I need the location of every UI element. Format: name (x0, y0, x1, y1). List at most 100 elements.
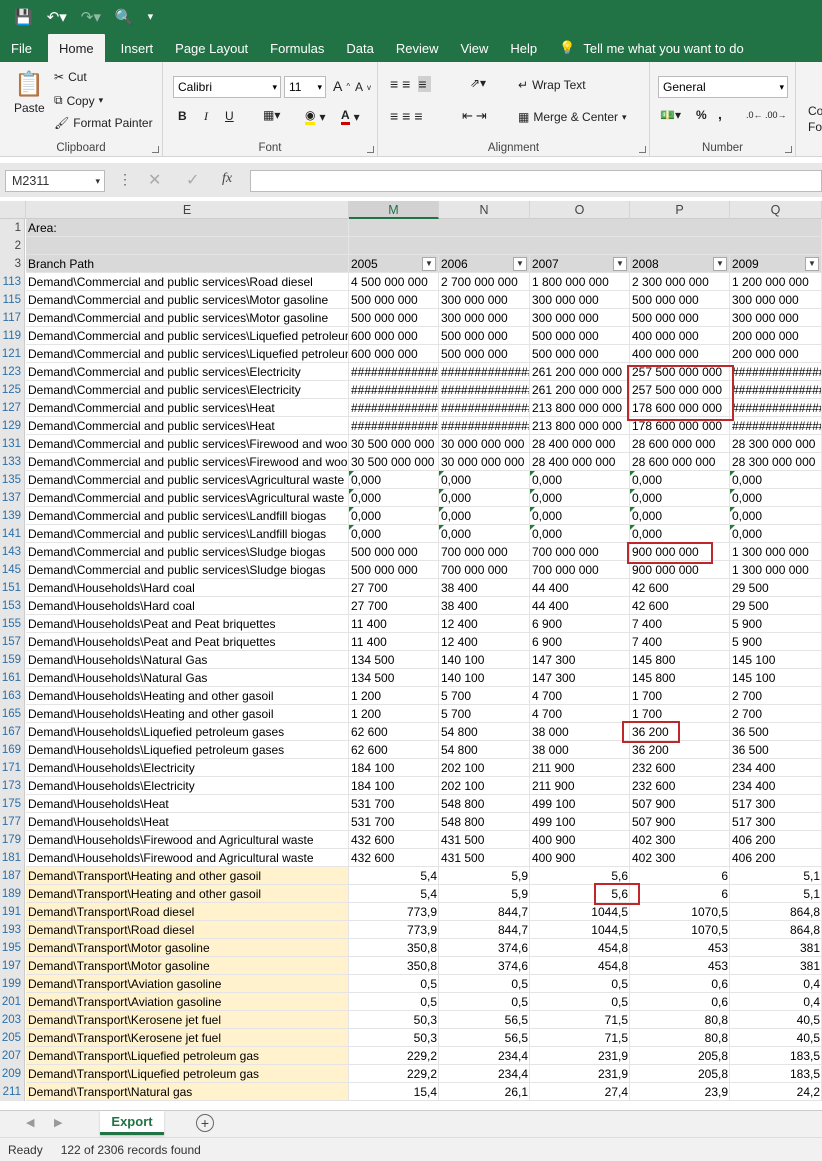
branch-path-cell[interactable]: Demand\Households\Firewood and Agricultu… (26, 849, 349, 867)
area-label[interactable]: Area: (26, 219, 349, 237)
branch-path-cell[interactable]: Demand\Households\Peat and Peat briquett… (26, 633, 349, 651)
value-cell[interactable]: 500 000 000 (439, 327, 530, 345)
save-icon[interactable]: 💾 (14, 10, 33, 25)
borders-icon[interactable]: ▦▾ (263, 108, 280, 122)
value-cell[interactable]: 1 200 (349, 687, 439, 705)
value-cell[interactable]: 5 900 (730, 615, 822, 633)
value-cell[interactable]: 183,5 (730, 1065, 822, 1083)
value-cell[interactable]: 0,4 (730, 975, 822, 993)
row-number[interactable]: 177 (0, 813, 25, 831)
branch-path-cell[interactable]: Demand\Commercial and public services\Ag… (26, 471, 349, 489)
branch-path-cell[interactable]: Demand\Transport\Motor gasoline (26, 939, 349, 957)
value-cell[interactable]: 300 000 000 (730, 291, 822, 309)
value-cell[interactable]: 12 400 (439, 615, 530, 633)
value-cell[interactable]: 211 900 (530, 759, 630, 777)
value-cell[interactable]: 4 500 000 000 (349, 273, 439, 291)
sheet-tab-export[interactable]: Export (100, 1111, 164, 1135)
row-number[interactable]: 3 (0, 255, 25, 273)
value-cell[interactable]: 1044,5 (530, 921, 630, 939)
value-cell[interactable]: 36 500 (730, 723, 822, 741)
branch-path-cell[interactable]: Demand\Households\Heat (26, 795, 349, 813)
branch-path-cell[interactable]: Demand\Commercial and public services\Sl… (26, 543, 349, 561)
value-cell[interactable]: 300 000 000 (439, 309, 530, 327)
branch-path-cell[interactable]: Demand\Households\Hard coal (26, 579, 349, 597)
filter-dropdown-icon[interactable]: ▼ (805, 257, 819, 271)
value-cell[interactable]: 844,7 (439, 903, 530, 921)
year-header[interactable]: 2008 ▼ (630, 255, 730, 273)
row-number[interactable]: 121 (0, 345, 25, 363)
comma-button[interactable]: , (718, 106, 722, 122)
vertical-align-icons[interactable]: ≡≡ ≡ (390, 76, 431, 92)
value-cell[interactable]: 700 000 000 (530, 561, 630, 579)
branch-path-cell[interactable]: Demand\Transport\Aviation gasoline (26, 975, 349, 993)
tab-view[interactable]: View (449, 34, 499, 62)
row-number[interactable]: 151 (0, 579, 25, 597)
branch-path-cell[interactable]: Demand\Commercial and public services\Ro… (26, 273, 349, 291)
value-cell[interactable]: 6 (630, 867, 730, 885)
value-cell[interactable]: 600 000 000 (349, 327, 439, 345)
tab-formulas[interactable]: Formulas (259, 34, 335, 62)
value-cell[interactable]: 23,9 (630, 1083, 730, 1101)
branch-path-cell[interactable]: Demand\Transport\Heating and other gasoi… (26, 867, 349, 885)
value-cell[interactable]: 2 700 (730, 705, 822, 723)
year-header[interactable]: 2006 ▼ (439, 255, 530, 273)
filter-dropdown-icon[interactable]: ▼ (422, 257, 436, 271)
row-number[interactable]: 203 (0, 1011, 25, 1029)
row-number[interactable]: 127 (0, 399, 25, 417)
value-cell[interactable]: 205,8 (630, 1065, 730, 1083)
decimal-icons[interactable]: .0← .00→ (746, 110, 787, 120)
value-cell[interactable]: 517 300 (730, 813, 822, 831)
value-cell[interactable]: 1044,5 (530, 903, 630, 921)
value-cell[interactable]: 500 000 000 (630, 291, 730, 309)
row-number[interactable]: 119 (0, 327, 25, 345)
value-cell[interactable]: 454,8 (530, 939, 630, 957)
value-cell[interactable]: 0,000 (630, 525, 730, 543)
value-cell[interactable]: 0,000 (530, 507, 630, 525)
wrap-text-button[interactable]: ↵ Wrap Text (518, 78, 586, 92)
column-header-e[interactable]: E (26, 201, 349, 219)
value-cell[interactable]: 28 600 000 000 (630, 435, 730, 453)
value-cell[interactable]: 62 600 (349, 741, 439, 759)
value-cell[interactable]: 431 500 (439, 831, 530, 849)
value-cell[interactable]: 54 800 (439, 723, 530, 741)
value-cell[interactable]: 0,000 (439, 507, 530, 525)
add-sheet-icon[interactable]: + (196, 1114, 214, 1132)
print-preview-icon[interactable]: 🔍 (115, 10, 134, 25)
value-cell[interactable]: 6 900 (530, 633, 630, 651)
row-number[interactable]: 137 (0, 489, 25, 507)
value-cell[interactable]: 0,5 (530, 975, 630, 993)
row-number[interactable]: 153 (0, 597, 25, 615)
row-number[interactable]: 209 (0, 1065, 25, 1083)
value-cell[interactable]: 600 000 000 (349, 345, 439, 363)
value-cell[interactable]: ############## (439, 381, 530, 399)
column-header-n[interactable]: N (439, 201, 530, 219)
value-cell[interactable]: 453 (630, 939, 730, 957)
branch-path-cell[interactable]: Demand\Households\Natural Gas (26, 669, 349, 687)
horizontal-align-icons[interactable]: ≡≡≡ (390, 108, 427, 124)
value-cell[interactable]: 507 900 (630, 795, 730, 813)
column-header-o[interactable]: O (530, 201, 630, 219)
value-cell[interactable]: 54 800 (439, 741, 530, 759)
branch-path-cell[interactable]: Demand\Commercial and public services\Mo… (26, 309, 349, 327)
row-number[interactable]: 113 (0, 273, 25, 291)
branch-path-cell[interactable]: Demand\Commercial and public services\Fi… (26, 435, 349, 453)
row-number[interactable]: 139 (0, 507, 25, 525)
branch-path-cell[interactable]: Demand\Transport\Natural gas (26, 1083, 349, 1101)
value-cell[interactable]: 0,000 (530, 489, 630, 507)
value-cell[interactable]: 147 300 (530, 651, 630, 669)
value-cell[interactable]: 232 600 (630, 759, 730, 777)
value-cell[interactable]: 27 700 (349, 597, 439, 615)
row-number[interactable]: 1 (0, 219, 25, 237)
value-cell[interactable]: 350,8 (349, 957, 439, 975)
branch-path-cell[interactable]: Demand\Transport\Kerosene jet fuel (26, 1029, 349, 1047)
name-box[interactable]: M2311 ▾ (5, 170, 105, 192)
branch-path-cell[interactable]: Demand\Commercial and public services\Sl… (26, 561, 349, 579)
value-cell[interactable]: 7 400 (630, 633, 730, 651)
column-header-m[interactable]: M (349, 201, 439, 219)
more-icon[interactable]: ⋮ (118, 171, 132, 188)
value-cell[interactable]: 773,9 (349, 921, 439, 939)
value-cell[interactable]: 500 000 000 (530, 327, 630, 345)
value-cell[interactable]: 234 400 (730, 759, 822, 777)
row-number[interactable]: 175 (0, 795, 25, 813)
branch-path-cell[interactable]: Demand\Households\Liquefied petroleum ga… (26, 723, 349, 741)
